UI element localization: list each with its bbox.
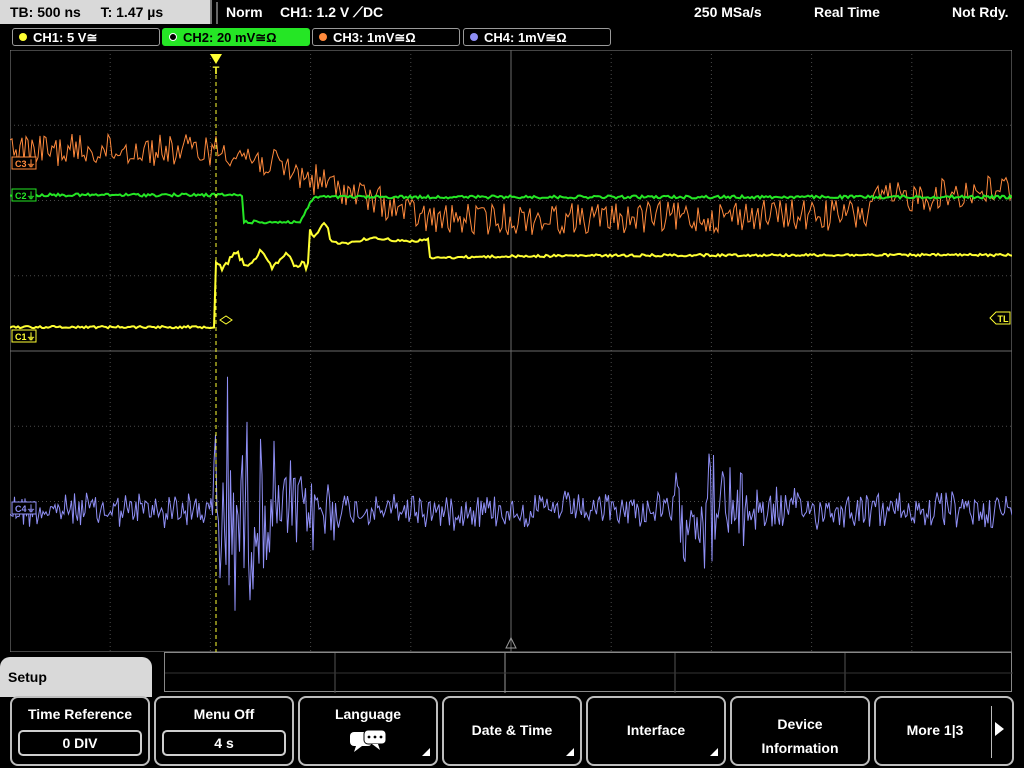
date-time-label: Date & Time xyxy=(471,722,553,738)
acquisition-state: Not Rdy. xyxy=(952,4,1009,20)
channel-tab-ch4[interactable]: CH4: 1mV≅Ω xyxy=(463,28,611,46)
channel-tab-ch1[interactable]: CH1: 5 V≅ xyxy=(12,28,160,46)
status-separator xyxy=(216,2,218,24)
ch1-color-dot xyxy=(19,33,27,41)
ch4-color-dot xyxy=(470,33,478,41)
channel-tab-ch3[interactable]: CH3: 1mV≅Ω xyxy=(312,28,460,46)
language-label: Language xyxy=(334,706,402,722)
arrow-right-icon xyxy=(995,722,1004,736)
trigger-source[interactable]: CH1: 1.2 V ⟋DC xyxy=(280,0,383,24)
trigger-level-label: TL xyxy=(998,314,1009,324)
sample-rate[interactable]: 250 MSa/s xyxy=(694,0,762,24)
ch2-marker-label: C2⏚ xyxy=(15,191,36,201)
more-button[interactable]: More 1|3 xyxy=(874,696,1014,766)
status-bar: TB: 500 ns T: 1.47 µs Norm CH1: 1.2 V ⟋D… xyxy=(0,0,1024,26)
interface-label: Interface xyxy=(626,722,686,738)
ch2-color-dot xyxy=(169,33,177,41)
timeline-graticule xyxy=(165,653,1013,693)
device-information-line2: Information xyxy=(761,740,839,756)
menu-off-label: Menu Off xyxy=(193,706,255,722)
date-time-button[interactable]: Date & Time xyxy=(442,696,582,766)
timebase-box[interactable]: TB: 500 ns T: 1.47 µs xyxy=(0,0,212,24)
setup-menu-title: Setup xyxy=(0,657,152,697)
device-information-button[interactable]: Device Information xyxy=(730,696,870,766)
ch3-marker-label: C3⏚ xyxy=(15,159,36,169)
waveform-canvas[interactable]: T TL C3⏚ C2⏚ C1⏚ C4⏚ xyxy=(9,49,1013,653)
acquisition-mode[interactable]: Real Time xyxy=(814,0,880,24)
ch3-color-dot xyxy=(319,33,327,41)
channel-tab-label: CH2: 20 mV≅Ω xyxy=(183,30,277,45)
time-reference-label: Time Reference xyxy=(27,706,132,722)
more-divider xyxy=(991,706,992,758)
ch4-marker-label: C4⏚ xyxy=(15,504,36,514)
speech-bubbles-icon xyxy=(350,729,387,752)
language-button[interactable]: Language xyxy=(298,696,438,766)
submenu-corner-icon xyxy=(422,748,430,756)
channel-tab-label: CH4: 1mV≅Ω xyxy=(484,30,567,45)
channel-tabs: CH1: 5 V≅ CH2: 20 mV≅Ω CH3: 1mV≅Ω CH4: 1… xyxy=(0,26,1024,48)
trigger-mode[interactable]: Norm xyxy=(226,0,263,24)
channel-tab-label: CH3: 1mV≅Ω xyxy=(333,30,416,45)
device-information-label: Device Information xyxy=(732,712,868,760)
menu-off-value[interactable]: 4 s xyxy=(162,730,286,756)
submenu-corner-icon xyxy=(566,748,574,756)
ch1-marker-label: C1⏚ xyxy=(15,332,36,342)
waveform-display[interactable]: T TL C3⏚ C2⏚ C1⏚ C4⏚ xyxy=(9,49,1013,653)
interface-button[interactable]: Interface xyxy=(586,696,726,766)
menu-off-button[interactable]: Menu Off 4 s xyxy=(154,696,294,766)
device-information-line1: Device xyxy=(777,716,823,732)
submenu-corner-icon xyxy=(710,748,718,756)
channel-tab-label: CH1: 5 V≅ xyxy=(33,30,98,45)
trigger-marker-label: T xyxy=(213,65,220,77)
trigger-time-value: T: 1.47 µs xyxy=(100,4,164,20)
channel-tab-ch2[interactable]: CH2: 20 mV≅Ω xyxy=(162,28,310,46)
timeline-bar[interactable] xyxy=(164,652,1013,693)
time-reference-value[interactable]: 0 DIV xyxy=(18,730,142,756)
timebase-value: TB: 500 ns xyxy=(10,4,81,20)
time-reference-button[interactable]: Time Reference 0 DIV xyxy=(10,696,150,766)
